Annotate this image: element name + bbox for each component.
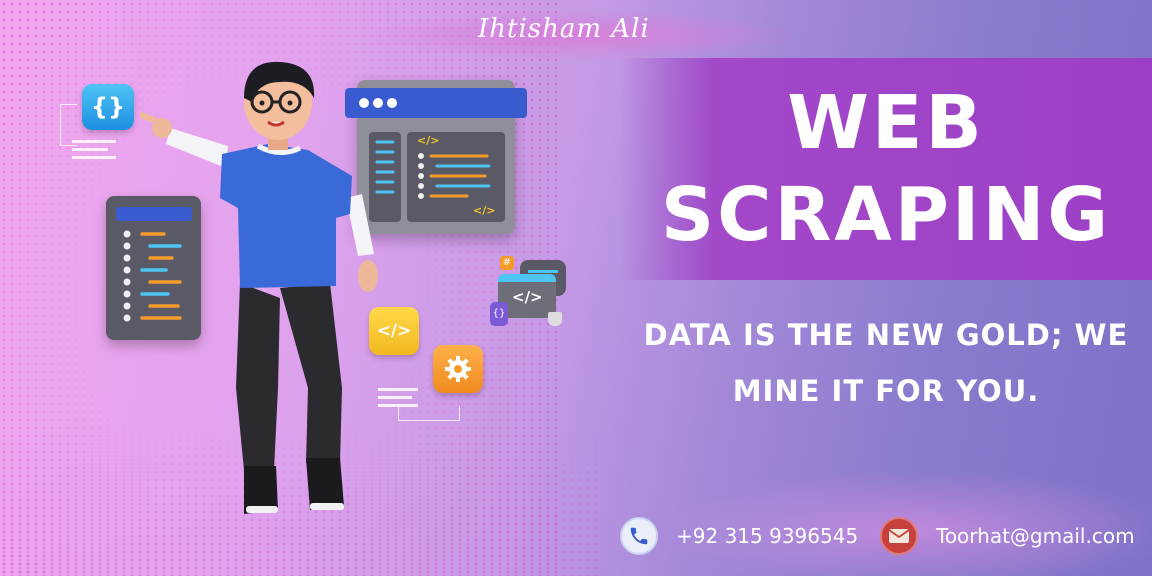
headline-line-2: SCRAPING — [660, 172, 1112, 258]
hash-badge: # — [500, 256, 514, 270]
code-tag-icon: </> — [473, 204, 496, 217]
phone-number: +92 315 9396545 — [676, 524, 859, 548]
code-tag-icon: </> — [417, 134, 440, 147]
envelope-icon — [880, 517, 918, 555]
email-address: Toorhat@gmail.com — [936, 524, 1135, 548]
phone-icon — [620, 517, 658, 555]
cup-icon — [548, 312, 562, 326]
braces-badge: {} — [82, 84, 134, 130]
text-lines-icon — [72, 140, 116, 159]
hash-icon: # — [502, 257, 512, 268]
author-signature: Ihtisham Ali — [478, 14, 650, 44]
mini-braces-badge: {} — [490, 302, 508, 326]
gear-badge — [433, 345, 483, 393]
tagline-line-2: MINE IT FOR YOU. — [732, 374, 1040, 408]
braces-icon: {} — [90, 93, 126, 121]
character-illustration — [140, 61, 378, 514]
gear-icon — [445, 356, 471, 382]
braces-icon: {} — [492, 308, 506, 319]
connector — [398, 406, 460, 421]
code-tag-icon: </> — [512, 288, 543, 306]
tagline-line-1: DATA IS THE NEW GOLD; WE — [643, 318, 1129, 352]
phone-contact[interactable]: +92 315 9396545 — [620, 517, 859, 555]
email-contact[interactable]: Toorhat@gmail.com — [880, 517, 1135, 555]
banner: Ihtisham Ali {} </> </> # </> {} </> WEB… — [0, 0, 1152, 576]
headline-line-1: WEB — [787, 80, 985, 166]
